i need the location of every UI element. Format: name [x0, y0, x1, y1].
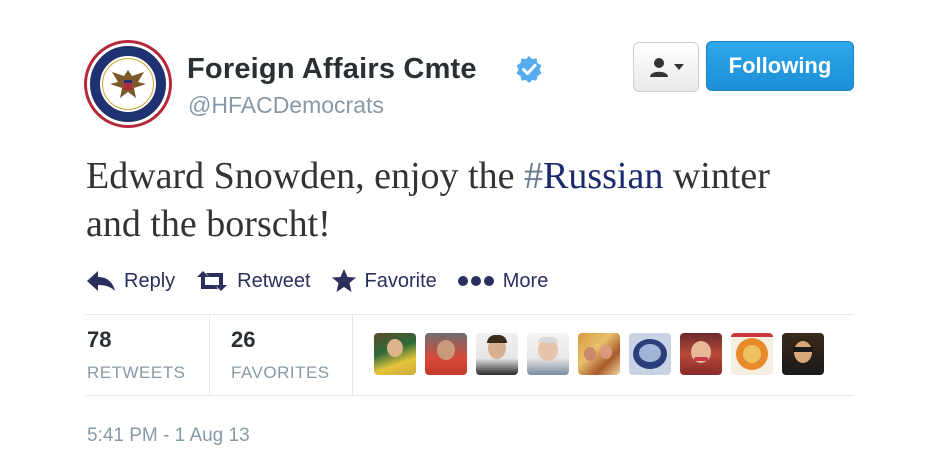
reply-label: Reply	[124, 269, 176, 292]
following-button[interactable]: Following	[706, 41, 854, 91]
favoriter-avatar[interactable]	[527, 333, 569, 375]
tweet-timestamp[interactable]: 5:41 PM - 1 Aug 13	[87, 425, 250, 447]
favorite-button[interactable]: Favorite	[331, 268, 437, 294]
tweet-text: Edward Snowden, enjoy the #Russian winte…	[86, 152, 806, 248]
stats-top-divider	[86, 314, 854, 315]
retweet-icon	[197, 271, 228, 291]
retweet-button[interactable]: Retweet	[195, 269, 311, 293]
profile-avatar[interactable]	[84, 40, 172, 128]
favoriter-avatar[interactable]	[782, 333, 824, 375]
hashtag-text: Russian	[542, 155, 664, 197]
tweet-actions: Reply Retweet Favorite More	[86, 266, 568, 296]
more-dots-icon	[457, 276, 494, 286]
favoriters-list	[374, 333, 824, 375]
chevron-down-icon	[674, 64, 684, 70]
verified-badge-icon	[516, 56, 542, 83]
favoriter-avatar[interactable]	[425, 333, 467, 375]
favorites-stat[interactable]: 26 FAVORITES	[231, 327, 330, 383]
favorites-count: 26	[231, 327, 256, 352]
retweet-label: Retweet	[237, 269, 311, 292]
retweets-count: 78	[87, 327, 112, 352]
user-actions-dropdown-button[interactable]	[633, 42, 699, 92]
favoriter-avatar[interactable]	[578, 333, 620, 375]
favoriter-avatar[interactable]	[731, 333, 773, 375]
retweets-stat[interactable]: 78 RETWEETS	[87, 327, 185, 383]
eagle-icon	[110, 70, 146, 98]
favorites-label: FAVORITES	[231, 363, 330, 382]
committee-seal-icon	[90, 46, 166, 122]
profile-handle[interactable]: @HFACDemocrats	[188, 92, 384, 119]
more-label: More	[502, 269, 549, 292]
favoriter-avatar[interactable]	[680, 333, 722, 375]
stats-divider-2	[352, 315, 353, 395]
reply-icon	[87, 271, 115, 291]
user-icon	[650, 58, 668, 77]
favorite-label: Favorite	[364, 269, 437, 292]
favoriter-avatar[interactable]	[476, 333, 518, 375]
reply-button[interactable]: Reply	[86, 270, 175, 293]
favoriter-avatar[interactable]	[629, 333, 671, 375]
star-icon	[331, 269, 356, 292]
retweets-label: RETWEETS	[87, 363, 186, 382]
stats-divider-1	[209, 315, 210, 395]
tweet-text-before: Edward Snowden, enjoy the	[86, 155, 524, 197]
hashtag-link[interactable]: #Russian	[524, 155, 663, 197]
favoriter-avatar[interactable]	[374, 333, 416, 375]
more-button[interactable]: More	[457, 269, 549, 293]
profile-name[interactable]: Foreign Affairs Cmte	[187, 53, 477, 86]
stats-bottom-divider	[86, 395, 854, 396]
hash-symbol: #	[523, 155, 543, 197]
